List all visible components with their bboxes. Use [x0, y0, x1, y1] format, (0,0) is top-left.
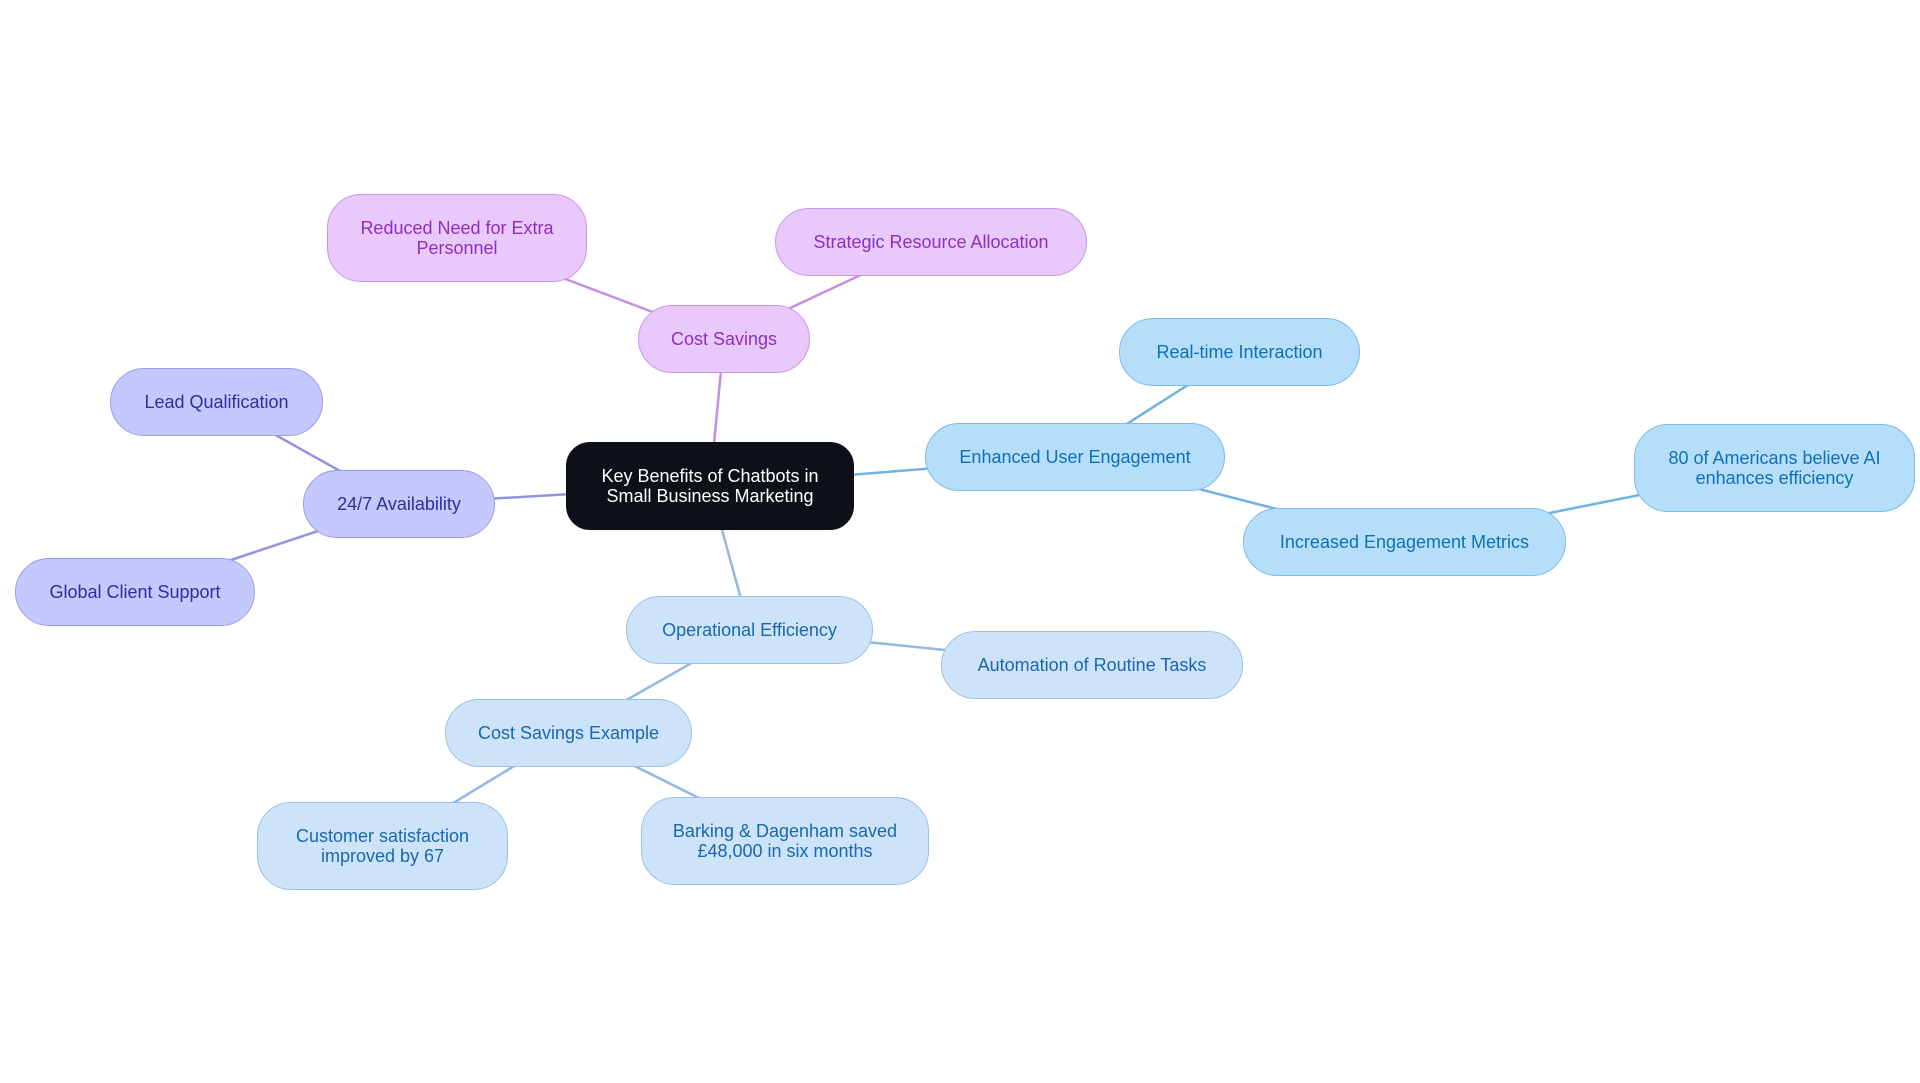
node-label: Strategic Resource Allocation [813, 232, 1049, 252]
node-root[interactable]: Key Benefits of Chatbots in Small Busine… [566, 442, 854, 530]
node-customer-satisfaction[interactable]: Customer satisfaction improved by 67 [257, 802, 508, 890]
node-cost-savings-example[interactable]: Cost Savings Example [445, 699, 692, 767]
mind-map-edges [134, 236, 1775, 848]
node-operational-efficiency[interactable]: Operational Efficiency [626, 596, 873, 664]
node-label: Customer satisfaction improved by 67 [295, 826, 470, 866]
mind-map-canvas: Key Benefits of Chatbots in Small Busine… [0, 0, 1920, 1083]
node-label: Increased Engagement Metrics [1279, 532, 1530, 552]
node-label: Global Client Support [49, 582, 221, 602]
node-label: 24/7 Availability [337, 494, 461, 514]
node-label: Operational Efficiency [662, 620, 837, 640]
node-cost-savings[interactable]: Cost Savings [638, 305, 810, 373]
node-automation-tasks[interactable]: Automation of Routine Tasks [941, 631, 1243, 699]
node-global-support[interactable]: Global Client Support [15, 558, 255, 626]
node-label: Real-time Interaction [1156, 342, 1323, 362]
node-americans-ai[interactable]: 80 of Americans believe AI enhances effi… [1634, 424, 1915, 512]
node-label: 80 of Americans believe AI enhances effi… [1668, 448, 1881, 488]
node-lead-qualification[interactable]: Lead Qualification [110, 368, 323, 436]
node-realtime-interaction[interactable]: Real-time Interaction [1119, 318, 1360, 386]
node-barking-dagenham[interactable]: Barking & Dagenham saved £48,000 in six … [641, 797, 929, 885]
node-label: Barking & Dagenham saved £48,000 in six … [672, 821, 898, 861]
node-label: Reduced Need for Extra Personnel [360, 218, 554, 258]
node-availability[interactable]: 24/7 Availability [303, 470, 495, 538]
node-label: Key Benefits of Chatbots in Small Busine… [601, 466, 819, 506]
node-engagement-metrics[interactable]: Increased Engagement Metrics [1243, 508, 1566, 576]
node-label: Lead Qualification [144, 392, 289, 412]
node-label: Cost Savings [670, 329, 778, 349]
node-label: Cost Savings Example [477, 723, 660, 743]
node-strategic-allocation[interactable]: Strategic Resource Allocation [775, 208, 1087, 276]
node-label: Automation of Routine Tasks [977, 655, 1207, 675]
node-label: Enhanced User Engagement [959, 447, 1191, 467]
node-reduced-need[interactable]: Reduced Need for Extra Personnel [327, 194, 587, 282]
node-user-engagement[interactable]: Enhanced User Engagement [925, 423, 1225, 491]
